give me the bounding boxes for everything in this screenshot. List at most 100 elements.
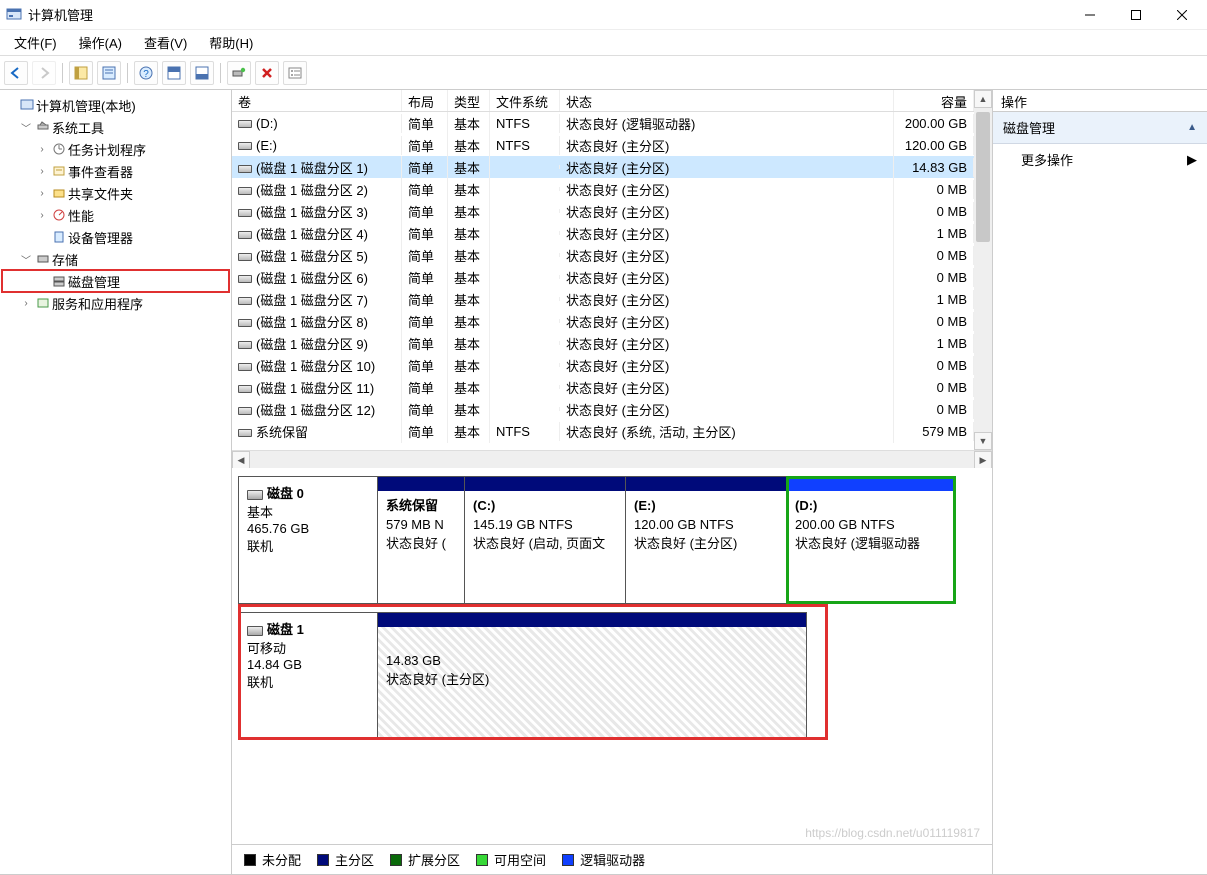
- partition-header: [626, 477, 786, 491]
- show-hide-tree-button[interactable]: [69, 61, 93, 85]
- view-bottom-button[interactable]: [190, 61, 214, 85]
- disk-icon: [238, 187, 252, 195]
- navigation-tree[interactable]: 计算机管理(本地) ﹀系统工具 ›任务计划程序 ›事件查看器 ›共享文件夹 ›性…: [0, 90, 232, 874]
- close-button[interactable]: [1159, 0, 1205, 30]
- tree-label: 服务和应用程序: [52, 294, 143, 313]
- help-button[interactable]: ?: [134, 61, 158, 85]
- volume-row[interactable]: (磁盘 1 磁盘分区 1)简单基本状态良好 (主分区)14.83 GB: [232, 156, 974, 178]
- disk-icon: [238, 142, 252, 150]
- legend-swatch-unallocated: [244, 854, 256, 866]
- volume-row[interactable]: 系统保留简单基本NTFS状态良好 (系统, 活动, 主分区)579 MB: [232, 420, 974, 442]
- col-filesystem[interactable]: 文件系统: [490, 90, 560, 111]
- partition[interactable]: (D:)200.00 GB NTFS状态良好 (逻辑驱动器: [786, 476, 956, 604]
- partition[interactable]: 系统保留579 MB N状态良好 (: [377, 476, 465, 604]
- legend-swatch-logical: [562, 854, 574, 866]
- actions-section-label: 磁盘管理: [1003, 118, 1055, 137]
- tree-root[interactable]: 计算机管理(本地): [2, 94, 229, 116]
- scroll-left-button[interactable]: ◀: [232, 451, 250, 469]
- volume-row[interactable]: (E:)简单基本NTFS状态良好 (主分区)120.00 GB: [232, 134, 974, 156]
- col-type[interactable]: 类型: [448, 90, 490, 111]
- volume-row[interactable]: (磁盘 1 磁盘分区 7)简单基本状态良好 (主分区)1 MB: [232, 288, 974, 310]
- scroll-up-button[interactable]: ▲: [974, 90, 992, 108]
- partition-header: [787, 477, 955, 491]
- forward-button[interactable]: [32, 61, 56, 85]
- volume-list-header[interactable]: 卷 布局 类型 文件系统 状态 容量: [232, 90, 974, 112]
- disk-icon: [238, 407, 252, 415]
- actions-pane: 操作 磁盘管理 ▲ 更多操作 ▶: [993, 90, 1207, 874]
- title-bar: 计算机管理: [0, 0, 1207, 30]
- disk-info[interactable]: 磁盘 0基本465.76 GB联机: [238, 476, 378, 604]
- tree-event-viewer[interactable]: ›事件查看器: [2, 160, 229, 182]
- volume-row[interactable]: (D:)简单基本NTFS状态良好 (逻辑驱动器)200.00 GB: [232, 112, 974, 134]
- legend-logical: 逻辑驱动器: [580, 850, 645, 869]
- partition[interactable]: 14.83 GB状态良好 (主分区): [377, 612, 807, 740]
- volume-row[interactable]: (磁盘 1 磁盘分区 12)简单基本状态良好 (主分区)0 MB: [232, 398, 974, 420]
- col-volume[interactable]: 卷: [232, 90, 402, 111]
- disk-icon: [238, 253, 252, 261]
- menu-help[interactable]: 帮助(H): [201, 31, 261, 54]
- tree-shared-folders[interactable]: ›共享文件夹: [2, 182, 229, 204]
- tree-performance[interactable]: ›性能: [2, 204, 229, 226]
- legend-free: 可用空间: [494, 850, 546, 869]
- volume-list-hscrollbar[interactable]: ◀ ▶: [232, 450, 992, 468]
- view-top-button[interactable]: [162, 61, 186, 85]
- tree-label: 计算机管理(本地): [36, 96, 136, 115]
- actions-header: 操作: [993, 90, 1207, 112]
- col-layout[interactable]: 布局: [402, 90, 448, 111]
- app-icon: [6, 7, 22, 23]
- volume-row[interactable]: (磁盘 1 磁盘分区 11)简单基本状态良好 (主分区)0 MB: [232, 376, 974, 398]
- partition[interactable]: (E:)120.00 GB NTFS状态良好 (主分区): [625, 476, 787, 604]
- disk-icon: [238, 120, 252, 128]
- minimize-button[interactable]: [1067, 0, 1113, 30]
- menu-action[interactable]: 操作(A): [71, 31, 130, 54]
- disk-icon: [238, 275, 252, 283]
- volume-list-vscrollbar[interactable]: ▲ ▼: [974, 90, 992, 450]
- tree-system-tools[interactable]: ﹀系统工具: [2, 116, 229, 138]
- tree-storage[interactable]: ﹀存储: [2, 248, 229, 270]
- volume-row[interactable]: (磁盘 1 磁盘分区 4)简单基本状态良好 (主分区)1 MB: [232, 222, 974, 244]
- volume-row[interactable]: (磁盘 1 磁盘分区 9)简单基本状态良好 (主分区)1 MB: [232, 332, 974, 354]
- volume-row[interactable]: (磁盘 1 磁盘分区 2)简单基本状态良好 (主分区)0 MB: [232, 178, 974, 200]
- back-button[interactable]: [4, 61, 28, 85]
- volume-row[interactable]: (磁盘 1 磁盘分区 8)简单基本状态良好 (主分区)0 MB: [232, 310, 974, 332]
- properties-button[interactable]: [97, 61, 121, 85]
- disk-map[interactable]: 磁盘 0基本465.76 GB联机系统保留579 MB N状态良好 ((C:)1…: [232, 468, 992, 844]
- volume-row[interactable]: (磁盘 1 磁盘分区 6)简单基本状态良好 (主分区)0 MB: [232, 266, 974, 288]
- legend: 未分配 主分区 扩展分区 可用空间 逻辑驱动器: [232, 844, 992, 874]
- tree-task-scheduler[interactable]: ›任务计划程序: [2, 138, 229, 160]
- delete-button[interactable]: [255, 61, 279, 85]
- menu-file[interactable]: 文件(F): [6, 31, 65, 54]
- volume-row[interactable]: (磁盘 1 磁盘分区 3)简单基本状态良好 (主分区)0 MB: [232, 200, 974, 222]
- settings-button[interactable]: [227, 61, 251, 85]
- list-settings-button[interactable]: [283, 61, 307, 85]
- tree-label: 设备管理器: [68, 228, 133, 247]
- scroll-down-button[interactable]: ▼: [974, 432, 992, 450]
- actions-more[interactable]: 更多操作 ▶: [993, 144, 1207, 175]
- tree-device-manager[interactable]: 设备管理器: [2, 226, 229, 248]
- legend-primary: 主分区: [335, 850, 374, 869]
- tree-label: 系统工具: [52, 118, 104, 137]
- volume-row[interactable]: (磁盘 1 磁盘分区 10)简单基本状态良好 (主分区)0 MB: [232, 354, 974, 376]
- volume-row[interactable]: (磁盘 1 磁盘分区 5)简单基本状态良好 (主分区)0 MB: [232, 244, 974, 266]
- partition[interactable]: (C:)145.19 GB NTFS状态良好 (启动, 页面文: [464, 476, 626, 604]
- scroll-htrack[interactable]: [250, 451, 974, 468]
- tree-label: 事件查看器: [68, 162, 133, 181]
- col-status[interactable]: 状态: [560, 90, 894, 111]
- maximize-button[interactable]: [1113, 0, 1159, 30]
- menu-view[interactable]: 查看(V): [136, 31, 195, 54]
- scroll-right-button[interactable]: ▶: [974, 451, 992, 469]
- col-capacity[interactable]: 容量: [894, 90, 974, 111]
- disk-icon: [238, 429, 252, 437]
- svg-text:?: ?: [143, 69, 149, 80]
- chevron-up-icon: ▲: [1187, 122, 1197, 133]
- tree-label: 存储: [52, 250, 78, 269]
- tree-services-apps[interactable]: ›服务和应用程序: [2, 292, 229, 314]
- disk-info[interactable]: 磁盘 1可移动14.84 GB联机: [238, 612, 378, 740]
- actions-section-diskmgmt[interactable]: 磁盘管理 ▲: [993, 112, 1207, 144]
- scroll-thumb[interactable]: [976, 112, 990, 242]
- actions-more-label: 更多操作: [1021, 150, 1073, 169]
- volume-list[interactable]: 卷 布局 类型 文件系统 状态 容量 (D:)简单基本NTFS状态良好 (逻辑驱…: [232, 90, 974, 450]
- scroll-track[interactable]: [974, 108, 992, 432]
- disk-icon: [238, 165, 252, 173]
- tree-disk-management[interactable]: 磁盘管理: [2, 270, 229, 292]
